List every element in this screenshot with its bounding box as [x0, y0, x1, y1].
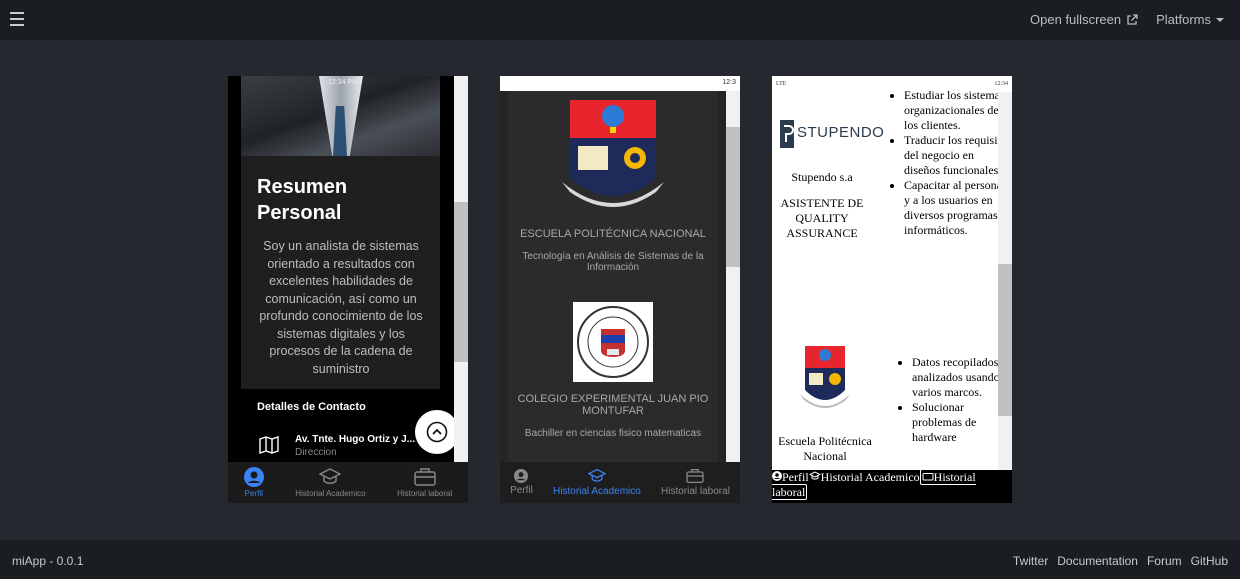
- briefcase-icon: [922, 473, 934, 481]
- tab-perfil[interactable]: Perfil: [510, 469, 533, 496]
- address-label: Direccion: [295, 447, 337, 458]
- caret-down-icon: [1216, 17, 1224, 22]
- summary-text: Soy un analista de sistemas orientado a …: [259, 239, 423, 376]
- montufar-seal-icon: [577, 306, 649, 378]
- platforms-label: Platforms: [1156, 12, 1211, 27]
- scrollbar-thumb[interactable]: [454, 202, 468, 362]
- tab-perfil[interactable]: Perfil: [772, 470, 809, 484]
- scrollbar-thumb[interactable]: [998, 264, 1012, 416]
- top-bar: Open fullscreen Platforms: [0, 0, 1240, 40]
- open-fullscreen-button[interactable]: Open fullscreen: [1030, 12, 1138, 27]
- tab-historial-laboral[interactable]: Historial laboral: [661, 468, 730, 497]
- status-bar: 12:3: [500, 76, 740, 91]
- degree-epn: Tecnología en Análisis de Sistemas de la…: [522, 251, 704, 273]
- open-fullscreen-label: Open fullscreen: [1030, 12, 1122, 27]
- montufar-logo: [573, 302, 653, 382]
- school-name-montufar: COLEGIO EXPERIMENTAL JUAN PIO MONTUFAR: [517, 393, 709, 417]
- epn-crest-logo: [800, 346, 850, 408]
- tab-historial-academico[interactable]: Historial Academico: [553, 468, 641, 497]
- tab-bar: Perfil Historial Academico Historial lab…: [228, 462, 468, 503]
- chevron-up-circle-icon: [426, 421, 448, 443]
- school-name-epn: ESCUELA POLITÉCNICA NACIONAL: [520, 228, 706, 240]
- summary-title: Resumen Personal: [257, 176, 348, 224]
- profile-photo: [241, 76, 440, 156]
- tab-label: Historial Academico: [553, 486, 641, 497]
- tab-label: Historial Academico: [295, 489, 366, 498]
- school-icon: [319, 468, 342, 484]
- school-icon: [808, 471, 821, 480]
- company-name: Stupendo s.a: [791, 170, 853, 184]
- school-icon: [587, 468, 606, 482]
- footer-link-documentation[interactable]: Documentation: [1057, 554, 1138, 568]
- job-role: ASISTENTE DE QUALITY ASSURANCE: [780, 196, 864, 240]
- tab-label: Historial laboral: [397, 489, 453, 498]
- briefcase-icon: [686, 468, 705, 484]
- phone-preview-work: LTE 12:34 STUPENDO Stupendo s.a ASISTENT…: [772, 76, 1012, 503]
- list-item: Solucionar problemas de hardware: [912, 400, 1012, 445]
- person-circle-icon: [772, 471, 782, 481]
- tab-label: Historial laboral: [661, 486, 730, 497]
- scrollbar-thumb[interactable]: [726, 127, 740, 267]
- menu-icon[interactable]: [10, 12, 24, 26]
- tab-historial-laboral[interactable]: Historial laboral: [397, 467, 452, 498]
- list-item: Capacitar al personal y a los usuarios e…: [904, 178, 1012, 238]
- tab-bar: Perfil Historial Academico Historial labor…: [772, 469, 1012, 503]
- tab-label: Perfil: [510, 485, 533, 496]
- briefcase-icon: [413, 468, 436, 486]
- tab-bar: Perfil Historial Academico Historial lab…: [500, 462, 740, 503]
- stupendo-logo-text: STUPENDO: [797, 124, 885, 141]
- tab-historial-academico[interactable]: Historial Academico: [808, 470, 920, 484]
- status-time: 12:3: [722, 79, 736, 86]
- tab-label: Perfil: [782, 470, 809, 484]
- tab-label: Historial Academico: [820, 470, 920, 484]
- epn-crest-logo: [562, 100, 664, 207]
- duties-list: Estudiar los sistemas organizacionales d…: [886, 88, 1012, 238]
- external-link-icon: [1127, 13, 1138, 25]
- list-item: Traducir los requisitos del negocio en d…: [904, 133, 1012, 178]
- duties-list: Datos recopilados y analizados usando va…: [894, 355, 1012, 445]
- footer-link-twitter[interactable]: Twitter: [1013, 554, 1048, 568]
- footer: miApp - 0.0.1 Twitter Documentation Foru…: [0, 540, 1240, 579]
- school-name: Escuela Politécnica Nacional: [778, 434, 872, 463]
- degree-montufar: Bachiller en ciencias fisico matematicas: [524, 428, 702, 439]
- map-icon: [259, 436, 279, 454]
- list-item: Estudiar los sistemas organizacionales d…: [904, 88, 1012, 133]
- platforms-dropdown[interactable]: Platforms: [1156, 12, 1224, 27]
- tab-perfil[interactable]: Perfil: [243, 467, 264, 498]
- summary-card: Resumen Personal Soy un analista de sist…: [241, 156, 440, 389]
- footer-link-forum[interactable]: Forum: [1147, 554, 1182, 568]
- signal-label: LTE: [776, 81, 787, 87]
- person-circle-icon: [514, 469, 529, 483]
- status-time: 12:34: [994, 81, 1008, 87]
- list-item: Datos recopilados y analizados usando va…: [912, 355, 1012, 400]
- contact-heading: Detalles de Contacto: [257, 401, 366, 413]
- app-version: miApp - 0.0.1: [12, 554, 84, 568]
- scrollbar[interactable]: [726, 91, 740, 462]
- phone-preview-academic: 12:3 ESCUELA POLITÉCNICA NACIONAL Tecnol…: [500, 76, 740, 503]
- footer-link-github[interactable]: GitHub: [1191, 554, 1228, 568]
- scrollbar[interactable]: [998, 92, 1012, 470]
- scrollbar[interactable]: [454, 76, 468, 462]
- person-circle-icon: [243, 467, 264, 487]
- tab-historial-academico[interactable]: Historial Academico: [295, 467, 366, 498]
- tab-label: Perfil: [244, 489, 263, 498]
- status-time: 12:34 PM: [328, 79, 358, 86]
- phone-preview-profile: 12:34 PM Resumen Personal Soy un analist…: [228, 76, 468, 503]
- address-text: Av. Tnte. Hugo Ortiz y J...: [295, 434, 416, 445]
- scroll-top-button[interactable]: [415, 410, 459, 454]
